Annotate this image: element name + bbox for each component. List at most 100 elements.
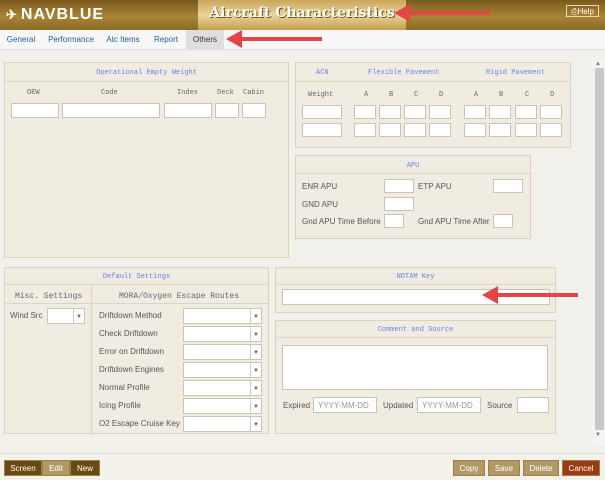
gnd-apu-time-after-input[interactable] — [493, 214, 513, 228]
plane-icon: ✈ — [6, 7, 18, 22]
page-title: Aircraft Characteristics — [209, 5, 395, 21]
acn-input[interactable] — [515, 123, 537, 137]
scroll-down-icon[interactable]: ▼ — [595, 432, 601, 438]
acn-input[interactable] — [464, 123, 486, 137]
icing-profile-select[interactable]: ▼ — [183, 398, 262, 414]
gnd-apu-time-before-label: Gnd APU Time Before — [302, 217, 381, 226]
acn-weight-input-2[interactable] — [302, 123, 342, 137]
deck-input[interactable] — [215, 103, 239, 118]
acn-input[interactable] — [489, 105, 511, 119]
notam-title: NOTAM Key — [396, 273, 435, 281]
error-on-driftdown-select[interactable]: ▼ — [183, 344, 262, 360]
chevron-down-icon: ▼ — [250, 345, 261, 359]
new-button[interactable]: New — [70, 460, 100, 476]
acn-input[interactable] — [489, 123, 511, 137]
flex-col-a: A — [364, 91, 369, 99]
acn-weight-input-1[interactable] — [302, 105, 342, 119]
check-driftdown-select[interactable]: ▼ — [183, 326, 262, 342]
acn-input[interactable] — [404, 105, 426, 119]
notam-key-input[interactable] — [282, 289, 550, 305]
save-button[interactable]: Save — [488, 460, 520, 476]
default-settings-title: Default Settings — [102, 273, 171, 281]
cancel-button[interactable]: Cancel — [562, 460, 600, 476]
code-input[interactable] — [62, 103, 160, 118]
acn-input[interactable] — [429, 123, 451, 137]
tab-general[interactable]: General — [2, 30, 40, 50]
wind-src-label: Wind Src — [10, 311, 43, 320]
rigid-pavement-title: Rigid Pavement — [486, 69, 545, 77]
chevron-down-icon: ▼ — [250, 399, 261, 413]
acn-input[interactable] — [354, 105, 376, 119]
cabin-input[interactable] — [242, 103, 266, 118]
expired-date-input[interactable]: YYYY-MM-DD — [313, 397, 377, 413]
comment-textarea[interactable] — [282, 345, 548, 390]
oew-title: Operational Empty Weight — [96, 69, 197, 77]
copy-button[interactable]: Copy — [453, 460, 485, 476]
acn-input[interactable] — [540, 105, 562, 119]
tab-report[interactable]: Report — [148, 30, 184, 50]
acn-panel: ACN Flexible Pavement Rigid Pavement Wei… — [295, 62, 571, 148]
cabin-col: Cabin — [243, 89, 265, 97]
index-input[interactable] — [164, 103, 212, 118]
gnd-apu-input[interactable] — [384, 197, 414, 211]
annotation-arrow-head — [482, 286, 498, 304]
oew-col: OEW — [27, 89, 40, 97]
scrollbar-thumb[interactable] — [595, 68, 604, 430]
source-input[interactable] — [517, 397, 549, 413]
annotation-arrow — [498, 293, 578, 297]
chevron-down-icon: ▼ — [73, 309, 84, 323]
tab-others[interactable]: Others — [186, 30, 224, 50]
acn-input[interactable] — [515, 105, 537, 119]
check-driftdown-label: Check Driftdown — [99, 329, 158, 338]
acn-input[interactable] — [379, 123, 401, 137]
edit-button[interactable]: Edit — [42, 460, 70, 476]
apu-title: APU — [406, 162, 420, 170]
updated-date-input[interactable]: YYYY-MM-DD — [417, 397, 481, 413]
acn-input[interactable] — [379, 105, 401, 119]
enr-apu-label: ENR APU — [302, 182, 338, 191]
comment-source-title: Comment and Source — [377, 326, 454, 334]
flexible-pavement-title: Flexible Pavement — [368, 69, 440, 77]
expired-label: Expired — [283, 401, 311, 410]
screen-button[interactable]: Screen — [4, 460, 42, 476]
driftdown-engines-select[interactable]: ▼ — [183, 362, 262, 378]
o2-escape-cruise-key-select[interactable]: ▼ — [183, 416, 262, 432]
driftdown-engines-label: Driftdown Engines — [99, 365, 164, 374]
rigid-col-b: B — [499, 91, 504, 99]
tab-performance[interactable]: Performance — [44, 30, 98, 50]
index-col: Index — [177, 89, 199, 97]
oew-panel: Operational Empty Weight OEW Code Index … — [4, 62, 289, 258]
delete-button[interactable]: Delete — [523, 460, 559, 476]
chevron-down-icon: ▼ — [250, 381, 261, 395]
chevron-down-icon: ▼ — [250, 327, 261, 341]
gnd-apu-time-before-input[interactable] — [384, 214, 404, 228]
normal-profile-label: Normal Profile — [99, 383, 150, 392]
acn-input[interactable] — [464, 105, 486, 119]
flex-col-d: D — [439, 91, 444, 99]
annotation-arrow — [410, 11, 490, 15]
acn-input[interactable] — [429, 105, 451, 119]
driftdown-method-select[interactable]: ▼ — [183, 308, 262, 324]
acn-input[interactable] — [540, 123, 562, 137]
scroll-up-icon[interactable]: ▲ — [595, 61, 601, 67]
acn-input[interactable] — [404, 123, 426, 137]
source-label: Source — [487, 401, 513, 410]
oew-input[interactable] — [11, 103, 59, 118]
wind-src-select[interactable]: ▼ — [47, 308, 85, 324]
error-on-driftdown-label: Error on Driftdown — [99, 347, 164, 356]
tab-atc-items[interactable]: Atc Items — [102, 30, 144, 50]
etp-apu-label: ETP APU — [418, 182, 452, 191]
annotation-arrow-head — [394, 4, 410, 22]
enr-apu-input[interactable] — [384, 179, 414, 193]
chevron-down-icon: ▼ — [250, 417, 261, 431]
updated-label: Updated — [383, 401, 414, 410]
deck-col: Deck — [217, 89, 234, 97]
notam-panel: NOTAM Key — [275, 267, 556, 313]
rigid-col-a: A — [474, 91, 479, 99]
acn-input[interactable] — [354, 123, 376, 137]
help-button[interactable]: ⎙Help — [566, 5, 599, 17]
brand-name: NAVBLUE — [20, 6, 105, 23]
etp-apu-input[interactable] — [493, 179, 523, 193]
normal-profile-select[interactable]: ▼ — [183, 380, 262, 396]
gnd-apu-label: GND APU — [302, 200, 339, 209]
